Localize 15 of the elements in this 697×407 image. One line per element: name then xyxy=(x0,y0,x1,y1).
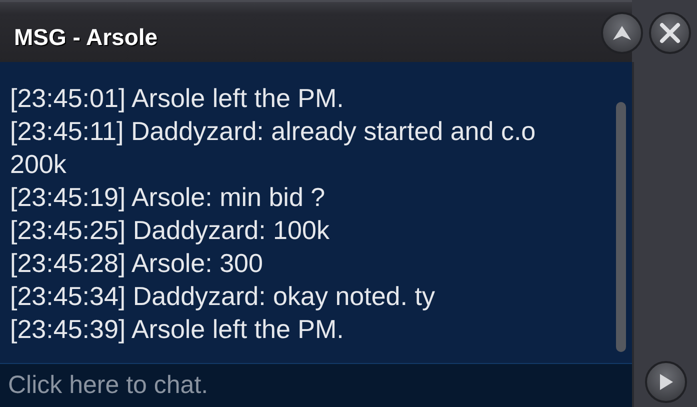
chat-message: [23:45:25] Daddyzard: 100k xyxy=(10,214,330,247)
chat-message: [23:45:11] Daddyzard: already started and c.o 200k xyxy=(10,115,537,181)
play-triangle-icon xyxy=(658,373,674,391)
chat-message: [23:45:28] Arsole: 300 xyxy=(10,247,264,280)
chat-message: [23:45:34] Daddyzard: okay noted. ty xyxy=(10,280,436,313)
up-triangle-icon xyxy=(612,25,632,41)
close-button[interactable] xyxy=(649,12,691,54)
chat-message: [23:45:01] Arsole left the PM. xyxy=(10,82,345,115)
window-title: MSG - Arsole xyxy=(14,22,158,52)
scrollbar[interactable] xyxy=(616,102,626,352)
close-icon xyxy=(659,22,681,44)
chat-input[interactable]: Click here to chat. xyxy=(0,363,632,407)
chat-message: [23:45:39] Arsole left the PM. xyxy=(10,313,345,346)
send-button[interactable] xyxy=(644,361,686,403)
chat-message: [23:45:19] Arsole: min bid ? xyxy=(10,181,326,214)
